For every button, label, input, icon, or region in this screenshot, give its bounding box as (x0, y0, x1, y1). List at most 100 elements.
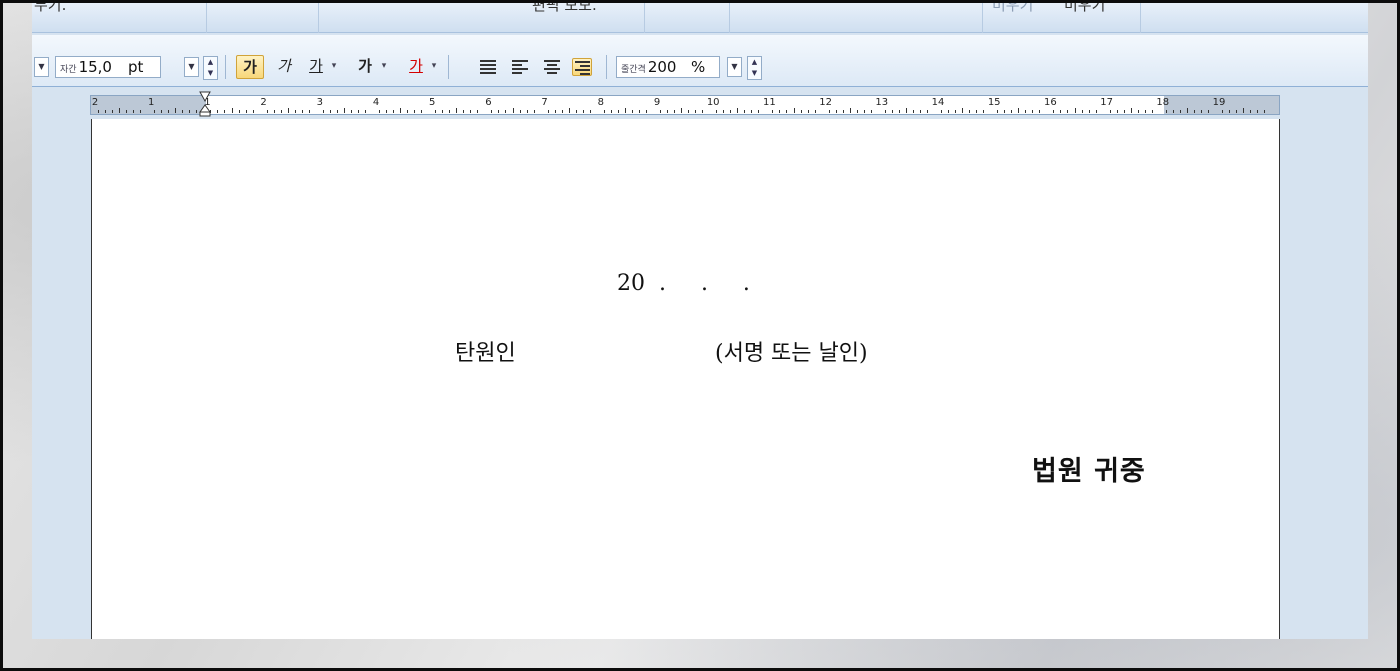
ruler-tick (1236, 110, 1238, 113)
ruler-tick (884, 110, 886, 113)
ruler-tick (863, 110, 865, 113)
ruler-tick (407, 110, 409, 113)
ruler-tick (1088, 110, 1090, 113)
ruler-tick (667, 110, 669, 113)
ruler-tick (273, 110, 275, 113)
ruler-tick (1109, 110, 1111, 113)
ruler-tick (674, 110, 676, 113)
ruler-tick (224, 110, 226, 113)
ruler-tick (98, 110, 100, 113)
align-right-icon[interactable] (572, 58, 592, 76)
ruler-tick (414, 110, 416, 113)
ruler-tick (491, 110, 493, 113)
font-size-field[interactable]: 자간 15,0 pt (55, 56, 161, 78)
horizontal-ruler[interactable]: 2 1 1 2 3 4 5 6 7 8 9 10 11 12 13 14 15 16 17 18 19 (90, 89, 1280, 119)
ruler-tick (568, 108, 570, 113)
ruler-tick (948, 110, 950, 113)
line-spacing-unit: % (691, 58, 706, 76)
menu-divider (206, 3, 207, 33)
ruler-tick (547, 110, 549, 113)
ruler-tick (154, 110, 156, 113)
bold-button[interactable]: 가 (236, 55, 264, 79)
ruler-track: 2 1 1 2 3 4 5 6 7 8 9 10 11 12 13 14 15 16 17 18 19 (90, 95, 1280, 115)
formatting-toolbar: ▼ 자간 15,0 pt ▼ ▲ ▼ 가 가 가 ▾ 가 ▾ 가 ▾ 줄간격 2… (32, 35, 1368, 87)
ruler-tick (624, 108, 626, 113)
ruler-tick (926, 110, 928, 113)
ruler-label: 9 (653, 97, 661, 108)
ruler-tick (800, 110, 802, 113)
ruler-tick (526, 110, 528, 113)
strikethrough-dropdown-icon[interactable]: ▾ (378, 55, 390, 79)
font-size-spinner[interactable]: ▲ ▼ (203, 56, 218, 80)
font-dropdown-arrow[interactable]: ▼ (34, 57, 49, 77)
document-page[interactable]: 20 . . . 탄원인 (서명 또는 날인) 법원 귀중 (91, 119, 1280, 639)
ruler-label: 2 (260, 97, 267, 108)
align-center-icon[interactable] (542, 58, 562, 76)
ruler-label: 6 (485, 97, 492, 108)
align-justify-icon[interactable] (478, 58, 498, 76)
ruler-tick (1229, 110, 1231, 113)
ruler-tick (912, 110, 914, 113)
ruler-tick (175, 108, 177, 113)
ruler-label: 10 (706, 97, 720, 108)
align-left-icon[interactable] (510, 58, 530, 76)
ruler-tick (1025, 110, 1027, 113)
line-spacing-value: 200 (647, 58, 677, 76)
ruler-tick (231, 108, 233, 113)
line-spacing-field[interactable]: 줄간격 200 % (616, 56, 720, 78)
menu-fragment-left[interactable]: 무기. (34, 3, 66, 15)
ruler-tick (1172, 110, 1174, 113)
ruler-tick (217, 110, 219, 113)
menu-fragment-right-dim[interactable]: 미우기 (992, 3, 1033, 15)
ruler-label: 3 (316, 97, 323, 108)
menu-fragment-right[interactable]: 미우기 (1064, 3, 1105, 15)
ruler-tick (1130, 108, 1132, 113)
font-size-dropdown-arrow[interactable]: ▼ (184, 57, 199, 77)
ruler-tick (835, 110, 837, 113)
ruler-tick (105, 110, 107, 113)
font-color-button[interactable]: 가 (404, 55, 428, 79)
ruler-tick (617, 110, 619, 113)
ruler-tick (828, 110, 830, 113)
ruler-tick (245, 110, 247, 113)
ruler-tick (1081, 110, 1083, 113)
ruler-tick (1018, 108, 1020, 113)
ruler-tick (723, 110, 725, 113)
menu-divider (982, 3, 983, 33)
ruler-tick (266, 110, 268, 113)
italic-button[interactable]: 가 (272, 55, 296, 79)
ruler-tick (779, 110, 781, 113)
line-spacing-icon: 줄간격 (621, 65, 646, 75)
ruler-tick (1144, 110, 1146, 113)
ruler-tick (1222, 110, 1224, 113)
ruler-tick (983, 110, 985, 113)
menu-fragment-middle[interactable]: 편픽 모모. (532, 3, 597, 15)
ruler-tick (898, 110, 900, 113)
strikethrough-button[interactable]: 가 (352, 55, 378, 79)
ruler-tick (814, 110, 816, 113)
ruler-tick (252, 110, 254, 113)
ruler-tick (681, 108, 683, 113)
ruler-tick (716, 110, 718, 113)
ruler-tick (582, 110, 584, 113)
ruler-tick (807, 110, 809, 113)
indent-marker-icon[interactable] (199, 91, 211, 117)
ruler-tick (1116, 110, 1118, 113)
underline-dropdown-icon[interactable]: ▾ (328, 55, 340, 79)
ruler-tick (161, 110, 163, 113)
ruler-label: 19 (1212, 97, 1226, 108)
ruler-tick (140, 110, 142, 113)
ruler-tick (1095, 110, 1097, 113)
line-spacing-spinner[interactable]: ▲ ▼ (747, 56, 762, 80)
ruler-tick (1151, 110, 1153, 113)
line-spacing-dropdown-arrow[interactable]: ▼ (727, 57, 742, 77)
ruler-tick (182, 110, 184, 113)
ruler-tick (1200, 110, 1202, 113)
ruler-tick (737, 108, 739, 113)
ruler-tick (1011, 110, 1013, 113)
ruler-label: 5 (429, 97, 436, 108)
ruler-tick (1067, 110, 1069, 113)
underline-button[interactable]: 가 (304, 55, 328, 79)
font-color-dropdown-icon[interactable]: ▾ (428, 55, 440, 79)
ruler-tick (905, 108, 907, 113)
